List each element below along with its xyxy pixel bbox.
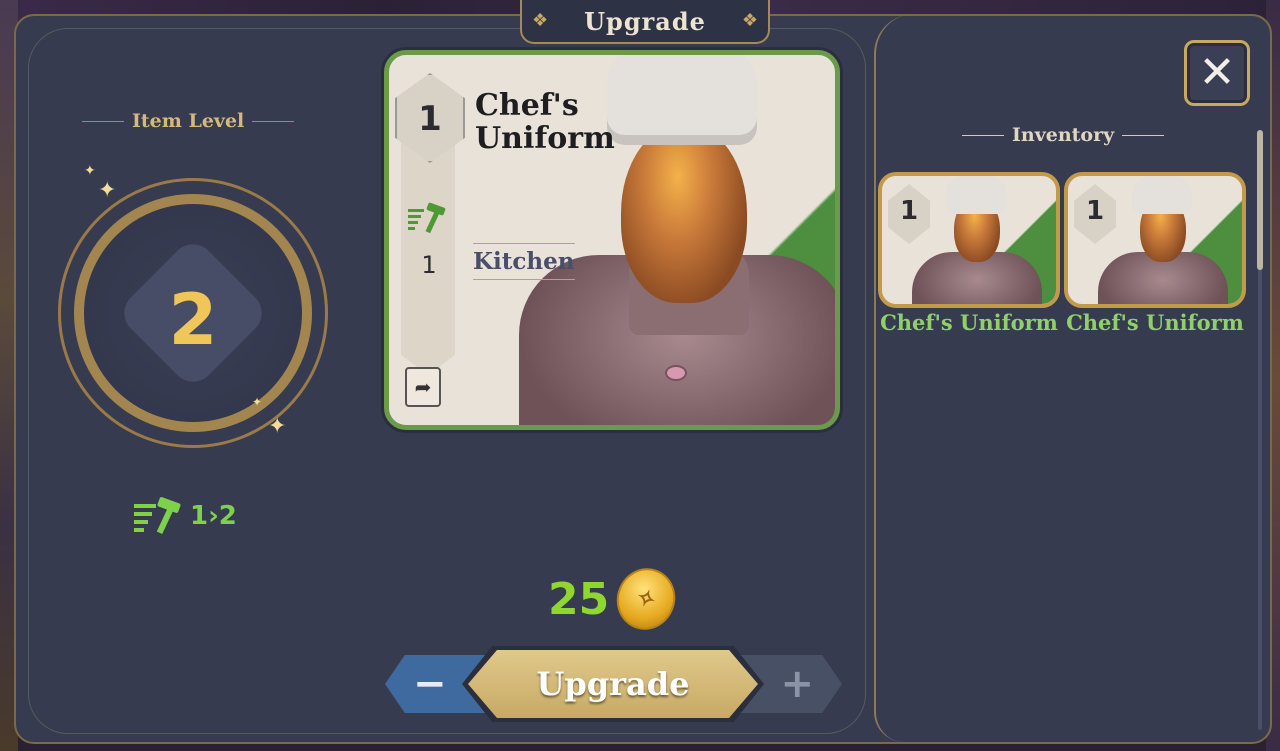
title-banner: ❖ Upgrade ❖ bbox=[520, 0, 770, 44]
close-button[interactable]: ✕ bbox=[1184, 40, 1250, 106]
page-title: Upgrade bbox=[584, 6, 706, 36]
inventory-item-thumbnail: 1 bbox=[1064, 172, 1246, 308]
inventory-item-thumbnail: 1 bbox=[878, 172, 1060, 308]
inventory-heading: Inventory bbox=[962, 124, 1165, 146]
upgrade-button-label: Upgrade bbox=[536, 665, 690, 703]
item-level-heading: Item Level bbox=[82, 110, 295, 132]
sparkle-icon: ✦ bbox=[252, 395, 263, 409]
card-name: Chef's Uniform bbox=[475, 88, 615, 156]
upgrade-cost: 25 ✧ bbox=[548, 559, 685, 639]
inventory-item-level: 1 bbox=[899, 196, 919, 226]
card-category: Kitchen bbox=[473, 243, 575, 280]
sparkle-icon: ✦ bbox=[98, 178, 117, 203]
inventory-item-name: Chef's Uniform bbox=[1066, 310, 1244, 335]
cost-value: 25 bbox=[548, 573, 610, 625]
card-required-level: 1 bbox=[421, 251, 437, 279]
inventory-item[interactable]: 1 Chef's Uniform bbox=[1064, 172, 1246, 335]
ornament-left-icon: ❖ bbox=[532, 10, 549, 31]
card-level: 1 bbox=[418, 99, 442, 139]
character-head bbox=[621, 123, 747, 303]
item-level-value: 2 bbox=[168, 279, 218, 361]
inventory-label: Inventory bbox=[1012, 124, 1115, 146]
item-card: 1 Chef's Uniform 1 Kitchen ➦ bbox=[384, 50, 840, 430]
item-level-label: Item Level bbox=[132, 110, 245, 132]
sparkle-icon: ✦ bbox=[84, 163, 96, 179]
sparkle-icon: ✦ bbox=[268, 414, 287, 439]
divider bbox=[252, 120, 295, 122]
equip-icon[interactable]: ➦ bbox=[405, 367, 441, 407]
close-icon: ✕ bbox=[1198, 47, 1236, 98]
inventory-item-level: 1 bbox=[1085, 196, 1105, 226]
gold-coin-icon: ✧ bbox=[608, 559, 685, 639]
ornament-right-icon: ❖ bbox=[741, 10, 758, 31]
divider bbox=[962, 134, 1004, 136]
card-info-strip bbox=[401, 125, 455, 375]
level-change: 1›2 bbox=[132, 496, 237, 536]
upgrade-button[interactable]: Upgrade bbox=[468, 650, 758, 718]
level-change-text: 1›2 bbox=[190, 501, 237, 531]
inventory-item[interactable]: 1 Chef's Uniform bbox=[878, 172, 1060, 335]
character-chef-hat bbox=[946, 176, 1006, 214]
character-chef-hat bbox=[1132, 176, 1192, 214]
hammer-level-icon bbox=[134, 497, 181, 535]
hammer-icon bbox=[408, 202, 446, 234]
divider bbox=[82, 120, 124, 122]
character-button bbox=[665, 365, 687, 381]
inventory-item-name: Chef's Uniform bbox=[880, 310, 1058, 335]
divider bbox=[1122, 134, 1165, 136]
inventory-scrollbar-thumb[interactable] bbox=[1257, 130, 1263, 270]
